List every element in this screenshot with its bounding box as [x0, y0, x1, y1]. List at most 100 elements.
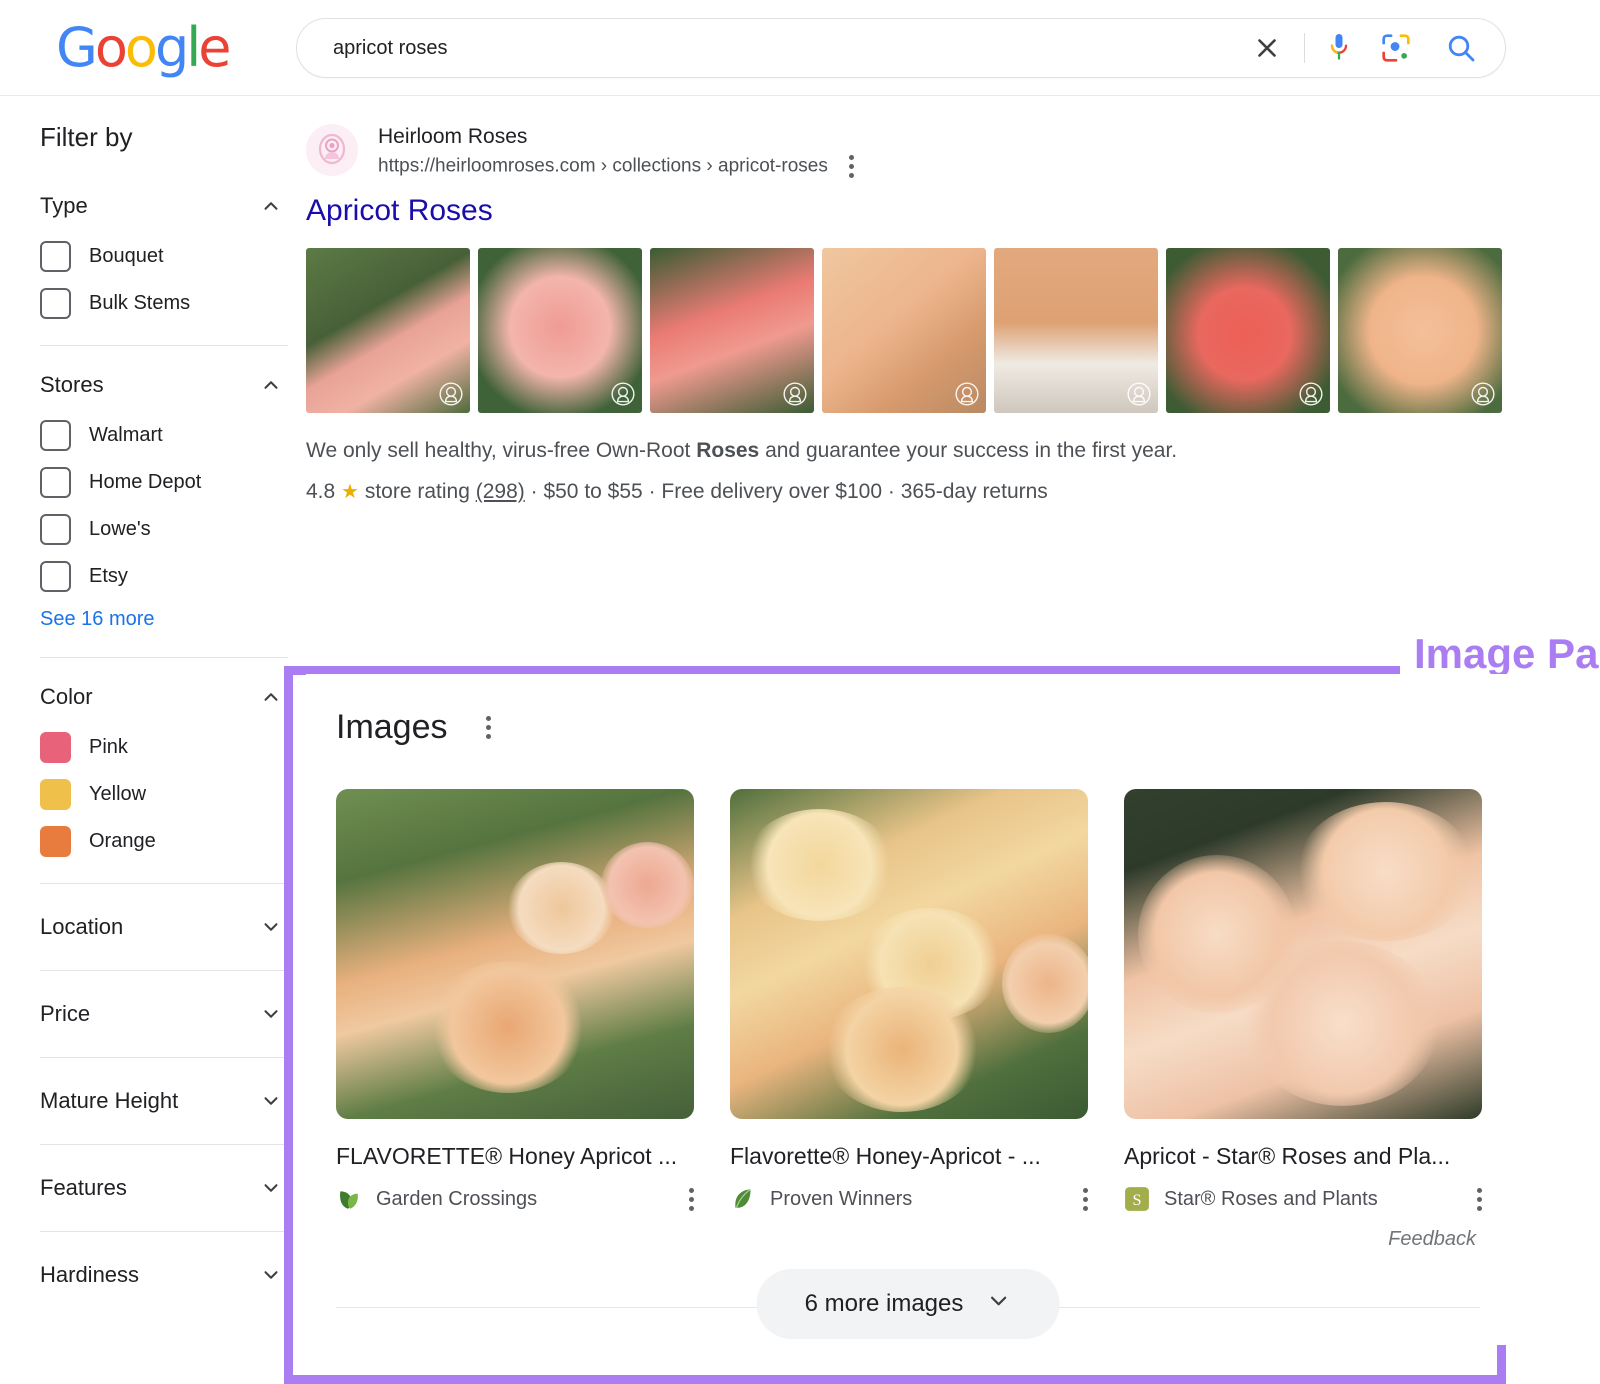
watermark-rose-icon: [610, 381, 636, 407]
filter-option-etsy[interactable]: Etsy: [40, 561, 288, 592]
result-thumbnail[interactable]: [1166, 248, 1330, 413]
more-options-icon[interactable]: [689, 1188, 694, 1211]
checkbox-icon[interactable]: [40, 420, 71, 451]
image-pack-source-row: S Star® Roses and Plants: [1124, 1186, 1482, 1212]
search-bar[interactable]: [296, 18, 1506, 78]
filter-group-features: Features: [40, 1171, 288, 1205]
result-url[interactable]: https://heirloomroses.com › collections …: [378, 155, 1600, 178]
close-icon[interactable]: [1244, 25, 1290, 71]
sidebar-divider: [40, 1144, 288, 1145]
image-pack-thumbnail[interactable]: [336, 789, 694, 1119]
image-pack-source-row: Proven Winners: [730, 1186, 1088, 1212]
filter-group-label: Color: [40, 684, 93, 710]
filter-option-home-depot[interactable]: Home Depot: [40, 467, 288, 498]
result-site-name[interactable]: Heirloom Roses: [378, 124, 1600, 150]
chevron-up-icon[interactable]: [260, 374, 282, 396]
chevron-up-icon[interactable]: [260, 686, 282, 708]
filter-option-bulk-stems[interactable]: Bulk Stems: [40, 288, 288, 319]
filter-option-walmart[interactable]: Walmart: [40, 420, 288, 451]
filter-group-header-price[interactable]: Price: [40, 997, 288, 1031]
result-thumbnail[interactable]: [478, 248, 642, 413]
filter-group-label: Mature Height: [40, 1088, 178, 1114]
microphone-icon[interactable]: [1319, 25, 1359, 71]
result-title-link[interactable]: Apricot Roses: [306, 194, 1600, 228]
filter-group-header-location[interactable]: Location: [40, 910, 288, 944]
filter-option-yellow[interactable]: Yellow: [40, 779, 288, 810]
search-icon[interactable]: [1435, 25, 1487, 71]
filter-option-bouquet[interactable]: Bouquet: [40, 241, 288, 272]
organic-result: Heirloom Roses https://heirloomroses.com…: [296, 124, 1600, 504]
google-logo[interactable]: Google: [56, 21, 228, 75]
sidebar-divider: [40, 345, 288, 346]
filter-group-color: Color Pink Yellow Orange: [40, 684, 288, 857]
search-input[interactable]: [297, 19, 1244, 77]
more-images-button[interactable]: 6 more images: [757, 1269, 1060, 1339]
filter-by-title: Filter by: [40, 122, 296, 153]
filter-option-orange[interactable]: Orange: [40, 826, 288, 857]
chevron-up-icon[interactable]: [260, 195, 282, 217]
filter-group-label: Type: [40, 193, 88, 219]
image-pack-thumbnail[interactable]: [1124, 789, 1482, 1119]
separator: ·: [888, 480, 895, 503]
filter-option-label: Bulk Stems: [89, 292, 190, 315]
filter-group-header-type[interactable]: Type: [40, 193, 288, 219]
image-pack-grid: FLAVORETTE® Honey Apricot ... Garden Cro…: [336, 789, 1480, 1212]
filter-option-label: Home Depot: [89, 471, 201, 494]
result-thumbnail[interactable]: [822, 248, 986, 413]
image-pack-source-name[interactable]: Proven Winners: [770, 1188, 1053, 1211]
filter-option-lowes[interactable]: Lowe's: [40, 514, 288, 545]
color-swatch-pink[interactable]: [40, 732, 71, 763]
filter-group-header-color[interactable]: Color: [40, 684, 288, 710]
filter-group-header-features[interactable]: Features: [40, 1171, 288, 1205]
image-pack-thumbnail[interactable]: [730, 789, 1088, 1119]
image-pack-card: Apricot - Star® Roses and Pla... S Star®…: [1124, 789, 1482, 1212]
image-pack-caption[interactable]: FLAVORETTE® Honey Apricot ...: [336, 1143, 694, 1170]
filter-option-pink[interactable]: Pink: [40, 732, 288, 763]
snippet-text-before: We only sell healthy, virus-free Own-Roo…: [306, 439, 696, 462]
rating-count[interactable]: (298): [476, 480, 525, 503]
color-swatch-yellow[interactable]: [40, 779, 71, 810]
result-thumbnail[interactable]: [650, 248, 814, 413]
checkbox-icon[interactable]: [40, 561, 71, 592]
chevron-down-icon[interactable]: [260, 1090, 282, 1112]
image-pack-card: Flavorette® Honey-Apricot - ... Proven W…: [730, 789, 1088, 1212]
result-thumbnail[interactable]: [1338, 248, 1502, 413]
filter-group-header-hardiness[interactable]: Hardiness: [40, 1258, 288, 1292]
filter-group-header-stores[interactable]: Stores: [40, 372, 288, 398]
returns-info: 365-day returns: [901, 480, 1048, 503]
snippet-bold-term: Roses: [696, 439, 759, 462]
checkbox-icon[interactable]: [40, 241, 71, 272]
color-swatch-orange[interactable]: [40, 826, 71, 857]
filter-group-label: Location: [40, 914, 123, 940]
see-more-stores-link[interactable]: See 16 more: [40, 608, 288, 631]
google-lens-icon[interactable]: [1373, 25, 1419, 71]
filter-group-header-mature-height[interactable]: Mature Height: [40, 1084, 288, 1118]
filter-group-label: Hardiness: [40, 1262, 139, 1288]
svg-text:S: S: [1132, 1191, 1141, 1209]
feedback-link[interactable]: Feedback: [336, 1228, 1480, 1251]
chevron-down-icon[interactable]: [260, 1003, 282, 1025]
logo-letter-e: e: [198, 21, 228, 75]
more-images-row: 6 more images: [336, 1269, 1480, 1345]
more-options-icon[interactable]: [849, 155, 854, 178]
chevron-down-icon[interactable]: [260, 1177, 282, 1199]
result-thumbnail[interactable]: [306, 248, 470, 413]
checkbox-icon[interactable]: [40, 288, 71, 319]
snippet-text-after: and guarantee your success in the first …: [759, 439, 1177, 462]
image-pack-caption[interactable]: Apricot - Star® Roses and Pla...: [1124, 1143, 1482, 1170]
more-options-icon[interactable]: [1477, 1188, 1482, 1211]
checkbox-icon[interactable]: [40, 514, 71, 545]
result-thumbnail[interactable]: [994, 248, 1158, 413]
checkbox-icon[interactable]: [40, 467, 71, 498]
image-pack-caption[interactable]: Flavorette® Honey-Apricot - ...: [730, 1143, 1088, 1170]
image-pack-source-name[interactable]: Star® Roses and Plants: [1164, 1188, 1447, 1211]
more-options-icon[interactable]: [486, 716, 491, 739]
image-pack-source-name[interactable]: Garden Crossings: [376, 1188, 659, 1211]
result-header: Heirloom Roses https://heirloomroses.com…: [306, 124, 1600, 178]
filter-group-label: Features: [40, 1175, 127, 1201]
heirloom-roses-rose-icon: [306, 124, 358, 176]
filter-option-label: Lowe's: [89, 518, 151, 541]
chevron-down-icon[interactable]: [260, 916, 282, 938]
chevron-down-icon[interactable]: [260, 1264, 282, 1286]
more-options-icon[interactable]: [1083, 1188, 1088, 1211]
